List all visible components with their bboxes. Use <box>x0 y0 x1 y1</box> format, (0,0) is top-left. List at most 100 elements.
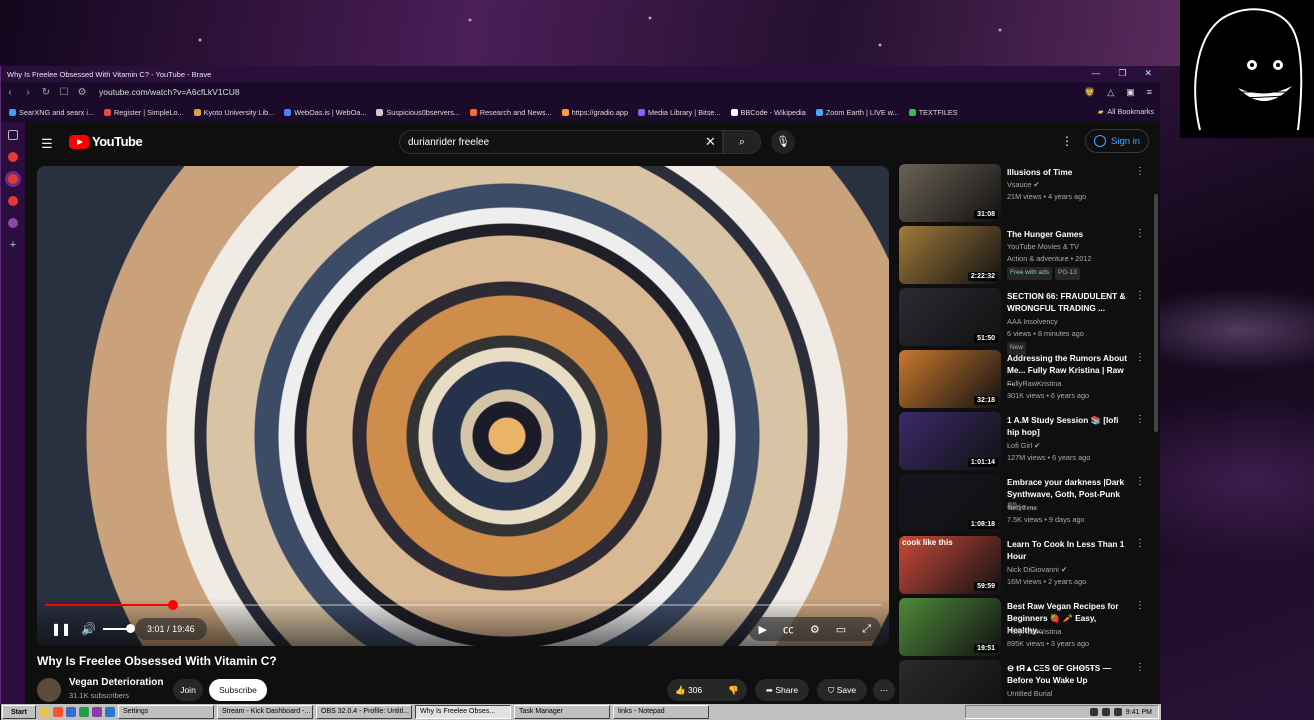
recommendation-item[interactable]: 2:22:32 The Hunger Games YouTube Movies & … <box>899 226 1149 284</box>
ql-shield-icon[interactable] <box>66 707 76 717</box>
recommendation-item[interactable]: 31:08 Illusions of Time Vsauce ✔ 21M views … <box>899 164 1149 222</box>
recommendation-item[interactable]: 19:51 Best Raw Vegan Recipes for Beginner… <box>899 598 1149 656</box>
recommendation-kebab-icon[interactable]: ⋮ <box>1135 662 1145 673</box>
clock[interactable]: 9:41 PM <box>1126 709 1152 716</box>
volume-handle[interactable] <box>126 624 135 633</box>
ql-app3-icon[interactable] <box>105 707 115 717</box>
bookmark-item[interactable]: Kyoto University Lib... <box>193 108 274 117</box>
bookmark-item[interactable]: Media Library | Bitse... <box>638 108 721 117</box>
sidebar-youtube-active-icon[interactable] <box>8 174 18 184</box>
recommendation-thumbnail[interactable]: cook like this 59:59 <box>899 536 1001 594</box>
video-player[interactable]: ❚❚ 🔊 3:01 / 19:46 ▶ ㏄ ⚙ ▭ ⤢ <box>37 166 889 646</box>
share-button[interactable]: ➦ Share <box>755 679 809 701</box>
recommendation-kebab-icon[interactable]: ⋮ <box>1135 228 1145 239</box>
recommendation-thumbnail[interactable]: 2:22:32 <box>899 226 1001 284</box>
sign-in-button[interactable]: Sign in <box>1085 129 1150 153</box>
taskbar-button[interactable]: OBS 32.0.4 - Profile: Untitl... <box>316 705 412 719</box>
hamburger-menu-icon[interactable]: ☰ <box>41 136 53 152</box>
recommendation-title[interactable]: The Hunger Games <box>1007 228 1129 240</box>
recommendation-thumbnail[interactable]: 51:50 <box>899 288 1001 346</box>
clear-search-icon[interactable]: ✕ <box>705 134 716 150</box>
maximize-button[interactable]: ❐ <box>1118 68 1126 79</box>
recommendation-item[interactable]: 51:50 SECTION 66: FRAUDULENT & WRONGFUL T… <box>899 288 1149 355</box>
captions-icon[interactable]: ㏄ <box>783 621 794 637</box>
recommendation-item[interactable]: 1:01:14 1 A.M Study Session 📚 [lofi hip h… <box>899 412 1149 470</box>
recommendation-thumbnail[interactable]: 1:01:14 <box>899 412 1001 470</box>
recommendation-kebab-icon[interactable]: ⋮ <box>1135 352 1145 363</box>
tray-app-icon[interactable] <box>1113 708 1122 716</box>
site-settings-icon[interactable]: ⚙ <box>73 87 91 98</box>
back-icon[interactable]: ‹ <box>1 87 19 98</box>
ql-brave-icon[interactable] <box>53 707 63 717</box>
tray-network-icon[interactable] <box>1089 708 1098 716</box>
bookmark-item[interactable]: Research and News... <box>469 108 552 117</box>
more-actions-icon[interactable]: ⋯ <box>873 679 895 701</box>
recommendation-channel[interactable]: FullyRawKristina <box>1007 378 1137 391</box>
recommendation-kebab-icon[interactable]: ⋮ <box>1135 414 1145 425</box>
sidebar-youtube-icon[interactable] <box>8 152 18 162</box>
taskbar-button[interactable]: Settings <box>118 705 214 719</box>
settings-kebab-icon[interactable]: ⋮ <box>1061 134 1073 148</box>
bookmark-item[interactable]: WebOas.is | WebOa... <box>284 108 366 117</box>
subscribe-button[interactable]: Subscribe <box>209 679 267 701</box>
rewards-icon[interactable]: △ <box>1107 87 1114 98</box>
bookmark-item[interactable]: https://gradio.app <box>561 108 628 117</box>
pause-icon[interactable]: ❚❚ <box>51 622 71 636</box>
recommendation-channel[interactable]: AAA Insolvency <box>1007 316 1137 329</box>
start-button[interactable]: Start <box>2 705 36 719</box>
recommendation-item[interactable]: cook like this 59:59 Learn To Cook In Less… <box>899 536 1149 594</box>
bookmark-item[interactable]: SearXNG and searx i... <box>9 108 94 117</box>
bookmark-icon[interactable]: ☐ <box>55 87 73 98</box>
recommendation-title[interactable]: SECTION 66: FRAUDULENT & WRONGFUL TRADIN… <box>1007 290 1129 314</box>
settings-gear-icon[interactable]: ⚙ <box>810 623 820 636</box>
progress-scrubber[interactable] <box>167 600 178 610</box>
recommendation-channel[interactable]: YouTube Movies & TV <box>1007 241 1137 254</box>
recommendation-item[interactable]: 1:08:18 Embrace your darkness |Dark Synth… <box>899 474 1149 532</box>
progress-bar[interactable] <box>45 600 881 610</box>
recommendation-thumbnail[interactable]: 32:18 <box>899 350 1001 408</box>
minimize-button[interactable]: — <box>1091 68 1100 79</box>
recommendation-title[interactable]: Learn To Cook In Less Than 1 Hour <box>1007 538 1129 562</box>
channel-avatar[interactable] <box>37 678 61 702</box>
url-input[interactable]: youtube.com/watch?v=A6cfLkV1CU8 <box>99 87 240 97</box>
page-scrollbar[interactable] <box>1154 194 1158 432</box>
theater-mode-icon[interactable]: ▭ <box>836 623 846 636</box>
sidebar-youtube-icon-2[interactable] <box>8 196 18 206</box>
bookmark-item[interactable]: TEXTFILES <box>908 108 958 117</box>
sidebar-app-icon[interactable] <box>8 218 18 228</box>
bookmark-item[interactable]: BBCode - Wikipedia <box>730 108 806 117</box>
taskbar-button[interactable]: Task Manager <box>514 705 610 719</box>
recommendation-thumbnail[interactable]: 1:08:18 <box>899 474 1001 532</box>
save-button[interactable]: ⛉ Save <box>817 679 867 701</box>
recommendation-channel[interactable]: Nick DiGiovanni ✔ <box>1007 564 1137 577</box>
recommendation-kebab-icon[interactable]: ⋮ <box>1135 600 1145 611</box>
recommendation-title[interactable]: ⊖ ŧЯ▲CΞS ΘF GHΘ5ŦS — Before You Wake Up <box>1007 662 1129 686</box>
autoplay-icon[interactable]: ▶ <box>758 623 766 636</box>
channel-name[interactable]: Vegan Deterioration <box>69 677 163 688</box>
forward-icon[interactable]: › <box>19 87 37 98</box>
close-window-button[interactable]: ✕ <box>1144 68 1152 79</box>
taskbar-button[interactable]: links - Notepad <box>613 705 709 719</box>
reload-icon[interactable]: ↻ <box>37 87 55 98</box>
ql-explorer-icon[interactable] <box>40 707 50 717</box>
search-input[interactable]: durianrider freelee <box>399 130 723 154</box>
fullscreen-icon[interactable]: ⤢ <box>862 623 871 636</box>
recommendation-channel[interactable]: Vsauce ✔ <box>1007 179 1137 192</box>
join-button[interactable]: Join <box>173 679 203 701</box>
recommendation-kebab-icon[interactable]: ⋮ <box>1135 290 1145 301</box>
recommendation-thumbnail[interactable]: 19:51 <box>899 598 1001 656</box>
recommendation-kebab-icon[interactable]: ⋮ <box>1135 476 1145 487</box>
recommendation-title[interactable]: Illusions of Time <box>1007 166 1129 178</box>
search-button[interactable]: ⌕ <box>723 130 761 154</box>
recommendation-thumbnail[interactable]: 31:08 <box>899 164 1001 222</box>
menu-icon[interactable]: ≡ <box>1147 87 1152 98</box>
recommendation-kebab-icon[interactable]: ⋮ <box>1135 538 1145 549</box>
recommendation-title[interactable]: 1 A.M Study Session 📚 [lofi hip hop] <box>1007 414 1129 438</box>
recommendation-channel[interactable]: Untitled Burial <box>1007 688 1137 701</box>
volume-icon[interactable]: 🔊 <box>81 622 96 636</box>
taskbar-button[interactable]: Stream - Kick Dashboard -... <box>217 705 313 719</box>
ql-app2-icon[interactable] <box>92 707 102 717</box>
ql-app-icon[interactable] <box>79 707 89 717</box>
recommendation-item[interactable]: 32:18 Addressing the Rumors About Me... F… <box>899 350 1149 408</box>
bookmark-item[interactable]: Zoom Earth | LIVE w... <box>815 108 899 117</box>
